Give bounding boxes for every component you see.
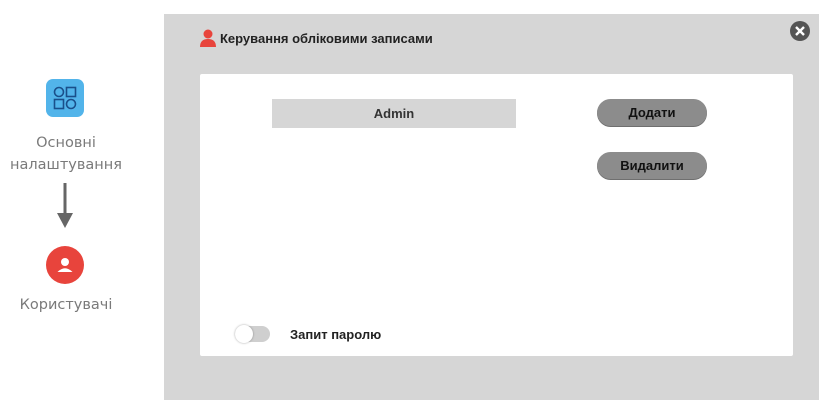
password-request-toggle[interactable] xyxy=(235,325,270,343)
step-label-line: налаштування xyxy=(10,157,122,173)
user-icon xyxy=(46,246,84,284)
guide-column: Основні налаштування Користувачі xyxy=(0,0,160,400)
account-list-item[interactable]: Admin xyxy=(272,99,516,128)
close-button[interactable] xyxy=(790,21,810,41)
settings-grid-icon xyxy=(46,79,84,117)
dialog-title: Керування обліковими записами xyxy=(220,31,433,46)
delete-button[interactable]: Видалити xyxy=(597,152,707,179)
toggle-knob xyxy=(235,325,253,343)
user-icon xyxy=(200,29,216,47)
step-label-basic-settings: Основні налаштування xyxy=(0,132,132,176)
add-button[interactable]: Додати xyxy=(597,99,707,126)
account-management-dialog: Керування обліковими записами Admin Дода… xyxy=(164,14,819,400)
arrow-down-icon xyxy=(57,183,73,228)
step-label-users: Користувачі xyxy=(19,297,113,313)
accounts-panel: Admin Додати Видалити Запит паролю xyxy=(200,74,793,356)
step-label-line: Основні xyxy=(36,135,96,151)
close-icon xyxy=(795,26,805,36)
password-request-label: Запит паролю xyxy=(290,327,382,342)
